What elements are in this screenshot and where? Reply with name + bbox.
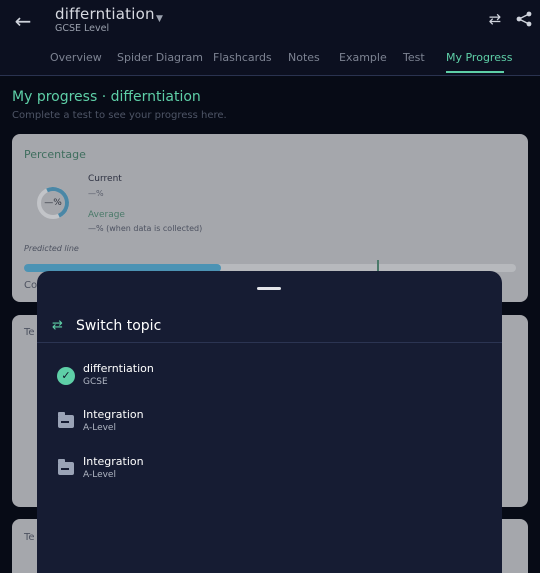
check-circle-icon: ✓ bbox=[57, 367, 75, 385]
topic-item[interactable]: Integration A-Level bbox=[37, 408, 502, 448]
average-value: —% (when data is collected) bbox=[88, 224, 203, 233]
topic-level: GCSE bbox=[83, 377, 108, 387]
folder-icon bbox=[58, 412, 74, 428]
current-label: Current bbox=[88, 174, 122, 184]
topic-level: A-Level bbox=[83, 470, 116, 480]
topic-title[interactable]: differntiation bbox=[55, 5, 155, 23]
divider bbox=[37, 342, 502, 343]
back-arrow-icon[interactable]: ← bbox=[12, 10, 34, 32]
swap-icon[interactable]: ⇄ bbox=[486, 10, 504, 28]
topic-name: Integration bbox=[83, 408, 144, 421]
chevron-down-icon[interactable]: ▼ bbox=[156, 14, 163, 24]
topic-name: differntiation bbox=[83, 362, 154, 375]
tab-spider-diagram[interactable]: Spider Diagram bbox=[117, 51, 203, 64]
topic-item[interactable]: ✓ differntiation GCSE bbox=[37, 362, 502, 402]
swap-icon: ⇄ bbox=[52, 318, 63, 333]
folder-icon bbox=[58, 459, 74, 475]
tab-example[interactable]: Example bbox=[339, 51, 387, 64]
topic-level: GCSE Level bbox=[55, 23, 110, 34]
current-value: —% bbox=[88, 189, 104, 198]
average-label: Average bbox=[88, 210, 125, 220]
switch-topic-sheet: ⇄ Switch topic ✓ differntiation GCSE Int… bbox=[37, 271, 502, 573]
tab-test[interactable]: Test bbox=[403, 51, 425, 64]
sheet-title: Switch topic bbox=[76, 318, 162, 334]
topic-level: A-Level bbox=[83, 423, 116, 433]
sheet-drag-handle[interactable] bbox=[257, 287, 281, 290]
predicted-line-label: Predicted line bbox=[24, 244, 79, 253]
card-title: Te bbox=[24, 532, 35, 543]
card-title: Percentage bbox=[24, 148, 86, 161]
card-footer-text: Co bbox=[24, 280, 38, 291]
card-title: Te bbox=[24, 327, 35, 338]
page-title: My progress · differntiation bbox=[12, 89, 201, 105]
ring-value: —% bbox=[44, 198, 62, 208]
tab-flashcards[interactable]: Flashcards bbox=[213, 51, 272, 64]
active-tab-indicator bbox=[446, 71, 504, 73]
tab-my-progress[interactable]: My Progress bbox=[446, 51, 512, 64]
tab-overview[interactable]: Overview bbox=[50, 51, 102, 64]
share-icon[interactable] bbox=[515, 10, 533, 28]
tab-notes[interactable]: Notes bbox=[288, 51, 320, 64]
app-header: ← differntiation ▼ GCSE Level ⇄ Overview… bbox=[0, 0, 540, 76]
page-subtitle: Complete a test to see your progress her… bbox=[12, 110, 227, 121]
topic-name: Integration bbox=[83, 455, 144, 468]
topic-item[interactable]: Integration A-Level bbox=[37, 455, 502, 495]
